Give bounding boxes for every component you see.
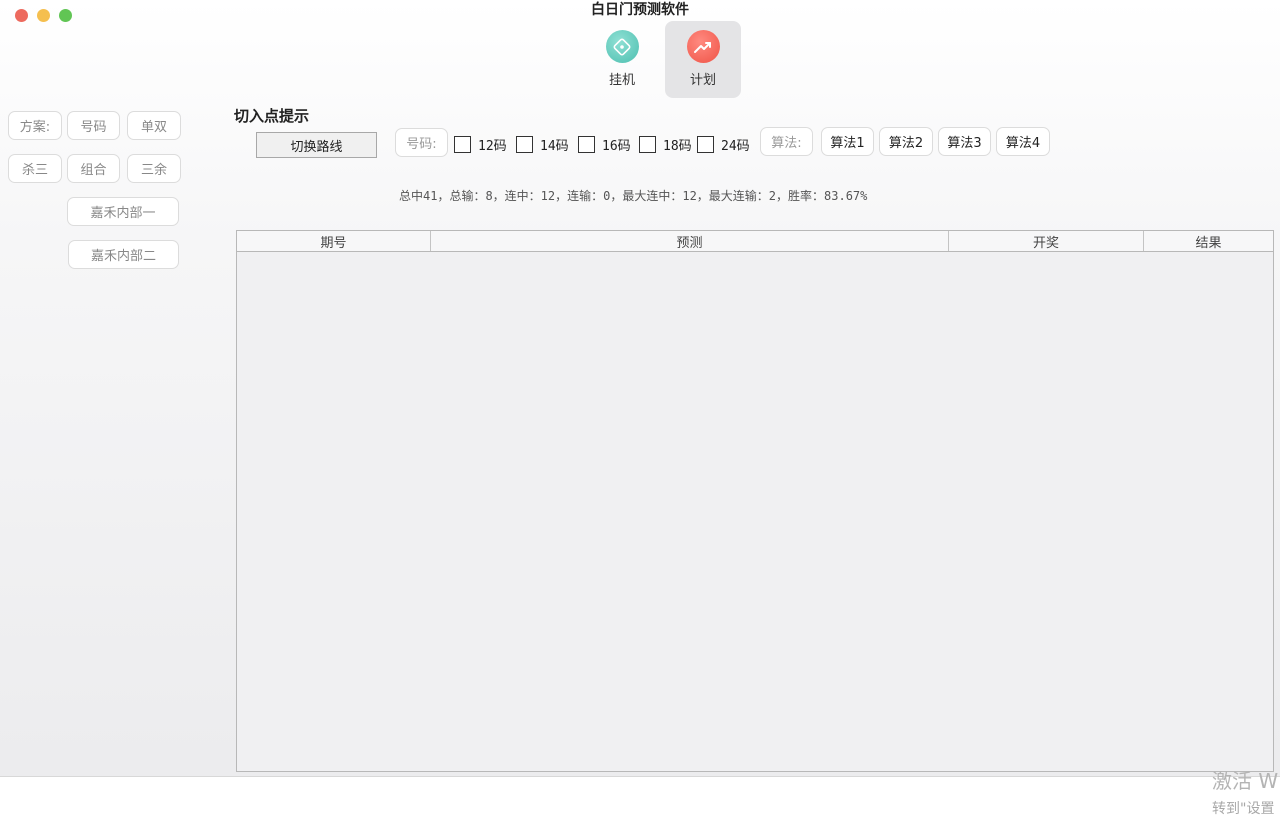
scheme-jiahe-internal-1-button[interactable]: 嘉禾内部一 <box>67 197 179 226</box>
checkbox-label: 12码 <box>478 139 507 154</box>
compass-icon <box>605 30 639 63</box>
scheme-combination-button[interactable]: 组合 <box>67 154 120 183</box>
algorithm-3-button[interactable]: 算法3 <box>938 127 991 156</box>
toolbar-tab-plan[interactable]: 计划 <box>665 21 741 98</box>
checkbox-24[interactable]: 24码 <box>697 135 750 154</box>
section-title: 切入点提示 <box>234 107 310 125</box>
checkbox-18[interactable]: 18码 <box>639 135 692 154</box>
checkbox-16[interactable]: 16码 <box>578 135 631 154</box>
algorithm-4-button[interactable]: 算法4 <box>996 127 1050 156</box>
trend-chart-icon <box>686 30 720 63</box>
checkbox-box[interactable] <box>639 136 656 153</box>
checkbox-14[interactable]: 14码 <box>516 135 569 154</box>
bottom-bar <box>0 776 1280 824</box>
checkbox-12[interactable]: 12码 <box>454 135 507 154</box>
checkbox-box[interactable] <box>578 136 595 153</box>
toolbar-tab-label: 挂机 <box>608 73 635 88</box>
activation-watermark-hint: 转到"设置 <box>1212 801 1275 817</box>
checkbox-box[interactable] <box>697 136 714 153</box>
column-header-draw[interactable]: 开奖 <box>949 231 1144 251</box>
table-header: 期号 预测 开奖 结果 <box>237 231 1273 252</box>
checkbox-label: 24码 <box>721 139 750 154</box>
results-table[interactable]: 期号 预测 开奖 结果 <box>236 230 1274 772</box>
algorithm-1-button[interactable]: 算法1 <box>821 127 874 156</box>
scheme-three-remainder-button[interactable]: 三余 <box>127 154 181 183</box>
scheme-number-button[interactable]: 号码 <box>67 111 120 140</box>
column-header-issue[interactable]: 期号 <box>237 231 431 251</box>
toolbar-tab-label: 计划 <box>689 73 716 88</box>
scheme-label: 方案: <box>8 111 62 140</box>
scheme-odd-even-button[interactable]: 单双 <box>127 111 181 140</box>
scheme-jiahe-internal-2-button[interactable]: 嘉禾内部二 <box>68 240 179 269</box>
window-title: 白日门预测软件 <box>591 2 689 18</box>
switch-route-button[interactable]: 切换路线 <box>256 132 377 158</box>
checkbox-label: 14码 <box>540 139 569 154</box>
checkbox-box[interactable] <box>516 136 533 153</box>
stats-summary: 总中41，总输：8，连中：12，连输：0，最大连中：12，最大连输：2，胜率：8… <box>399 189 868 203</box>
scheme-kill-three-button[interactable]: 杀三 <box>8 154 62 183</box>
column-header-result[interactable]: 结果 <box>1144 231 1273 251</box>
activation-watermark: 激活 W <box>1212 769 1279 793</box>
checkbox-box[interactable] <box>454 136 471 153</box>
toolbar-tab-hangup[interactable]: 挂机 <box>584 21 660 98</box>
algorithm-2-button[interactable]: 算法2 <box>879 127 933 156</box>
checkbox-label: 18码 <box>663 139 692 154</box>
column-header-prediction[interactable]: 预测 <box>431 231 949 251</box>
number-label: 号码: <box>395 128 448 157</box>
algorithm-label: 算法: <box>760 127 813 156</box>
checkbox-label: 16码 <box>602 139 631 154</box>
